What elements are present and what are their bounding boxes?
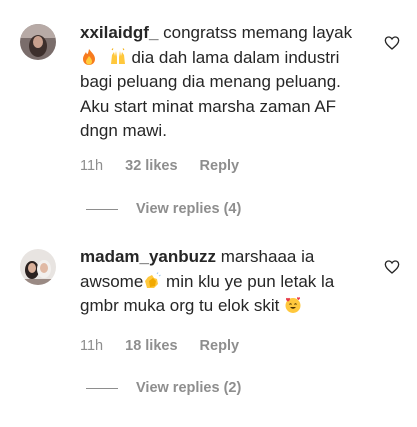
comment-time[interactable]: 11h [80,158,103,174]
likes-count[interactable]: 32 likes [125,158,177,174]
clapping-hands-emoji-icon [143,271,162,290]
avatar[interactable] [20,24,56,60]
divider-line [86,387,118,389]
smiling-face-with-hearts-emoji-icon [284,296,302,314]
comment-meta: 11h 18 likes Reply [80,338,261,354]
like-heart-icon[interactable] [384,35,400,51]
comment-text: madam_yanbuzz marshaaa ia awsome min klu… [80,245,370,319]
divider-line [86,208,118,210]
likes-count[interactable]: 18 likes [125,338,177,354]
reply-button[interactable]: Reply [200,158,240,174]
view-replies-button[interactable]: View replies (2) [86,380,241,396]
reply-button[interactable]: Reply [200,338,240,354]
raising-hands-emoji-icon [109,47,127,66]
view-replies-label[interactable]: View replies (4) [136,201,241,217]
like-heart-icon[interactable] [384,259,400,275]
avatar[interactable] [20,249,56,285]
fire-emoji-icon [80,48,98,66]
view-replies-label[interactable]: View replies (2) [136,380,241,396]
comment-username[interactable]: madam_yanbuzz [80,247,216,266]
comment-text: xxilaidgf_ congratss memang layak dia da… [80,21,370,144]
comment-time[interactable]: 11h [80,338,103,354]
comment-username[interactable]: xxilaidgf_ [80,23,158,42]
view-replies-button[interactable]: View replies (4) [86,201,241,217]
comment-text-part: congratss memang layak [158,23,353,42]
comment-meta: 11h 32 likes Reply [80,158,261,174]
